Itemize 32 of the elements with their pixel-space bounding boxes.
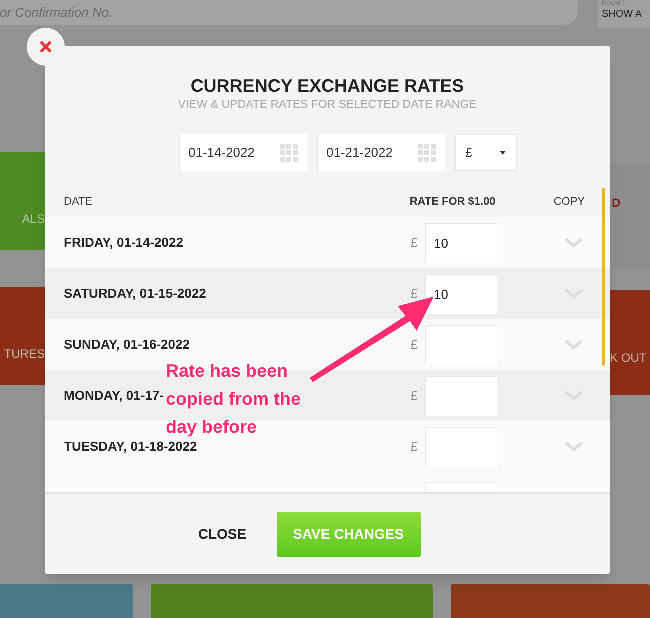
- currency-select[interactable]: £: [454, 134, 516, 171]
- date-label: SUNDAY, 01-16-2022: [64, 336, 190, 354]
- calendar-icon[interactable]: [418, 144, 436, 162]
- tile-label: K OUT: [610, 350, 647, 367]
- date-label: MONDAY, 01-17-: [64, 386, 164, 405]
- modal-title: CURRENCY EXCHANGE RATES: [190, 75, 464, 98]
- rate-field[interactable]: 10: [425, 222, 497, 262]
- tile-label: ALS: [22, 211, 45, 228]
- tile-label: D: [612, 195, 621, 212]
- currency-symbol: £: [410, 438, 418, 456]
- column-header: COPY: [554, 194, 585, 210]
- date-label: TUESDAY, 01-18-2022: [64, 438, 198, 456]
- annotation-text: Rate has been copied from the day before: [166, 360, 302, 439]
- chevron-down-icon[interactable]: [565, 340, 583, 350]
- chevron-down-icon[interactable]: [565, 442, 583, 452]
- date-field[interactable]: 01-14-2022: [178, 134, 306, 171]
- date-label: FRIDAY, 01-14-2022: [64, 234, 184, 252]
- currency-symbol: £: [410, 386, 418, 405]
- modal-subtitle: VIEW & UPDATE RATES FOR SELECTED DATE RANGE: [178, 98, 477, 112]
- currency-symbol: £: [410, 234, 418, 252]
- close-button[interactable]: CLOSE: [194, 524, 251, 544]
- chevron-down-icon[interactable]: [565, 238, 583, 248]
- date-label: SATURDAY, 01-15-2022: [64, 284, 206, 303]
- tile-label: TURES: [4, 346, 45, 363]
- date-field[interactable]: 01-21-2022: [316, 134, 444, 171]
- currency-symbol: £: [410, 284, 418, 303]
- column-header: RATE FOR $1.00: [410, 194, 496, 210]
- currency-symbol: £: [410, 336, 418, 354]
- rate-field[interactable]: 10: [425, 274, 497, 314]
- dropdown-caret-icon: [500, 150, 506, 154]
- column-header: DATE: [64, 194, 94, 210]
- calendar-icon[interactable]: [280, 144, 298, 162]
